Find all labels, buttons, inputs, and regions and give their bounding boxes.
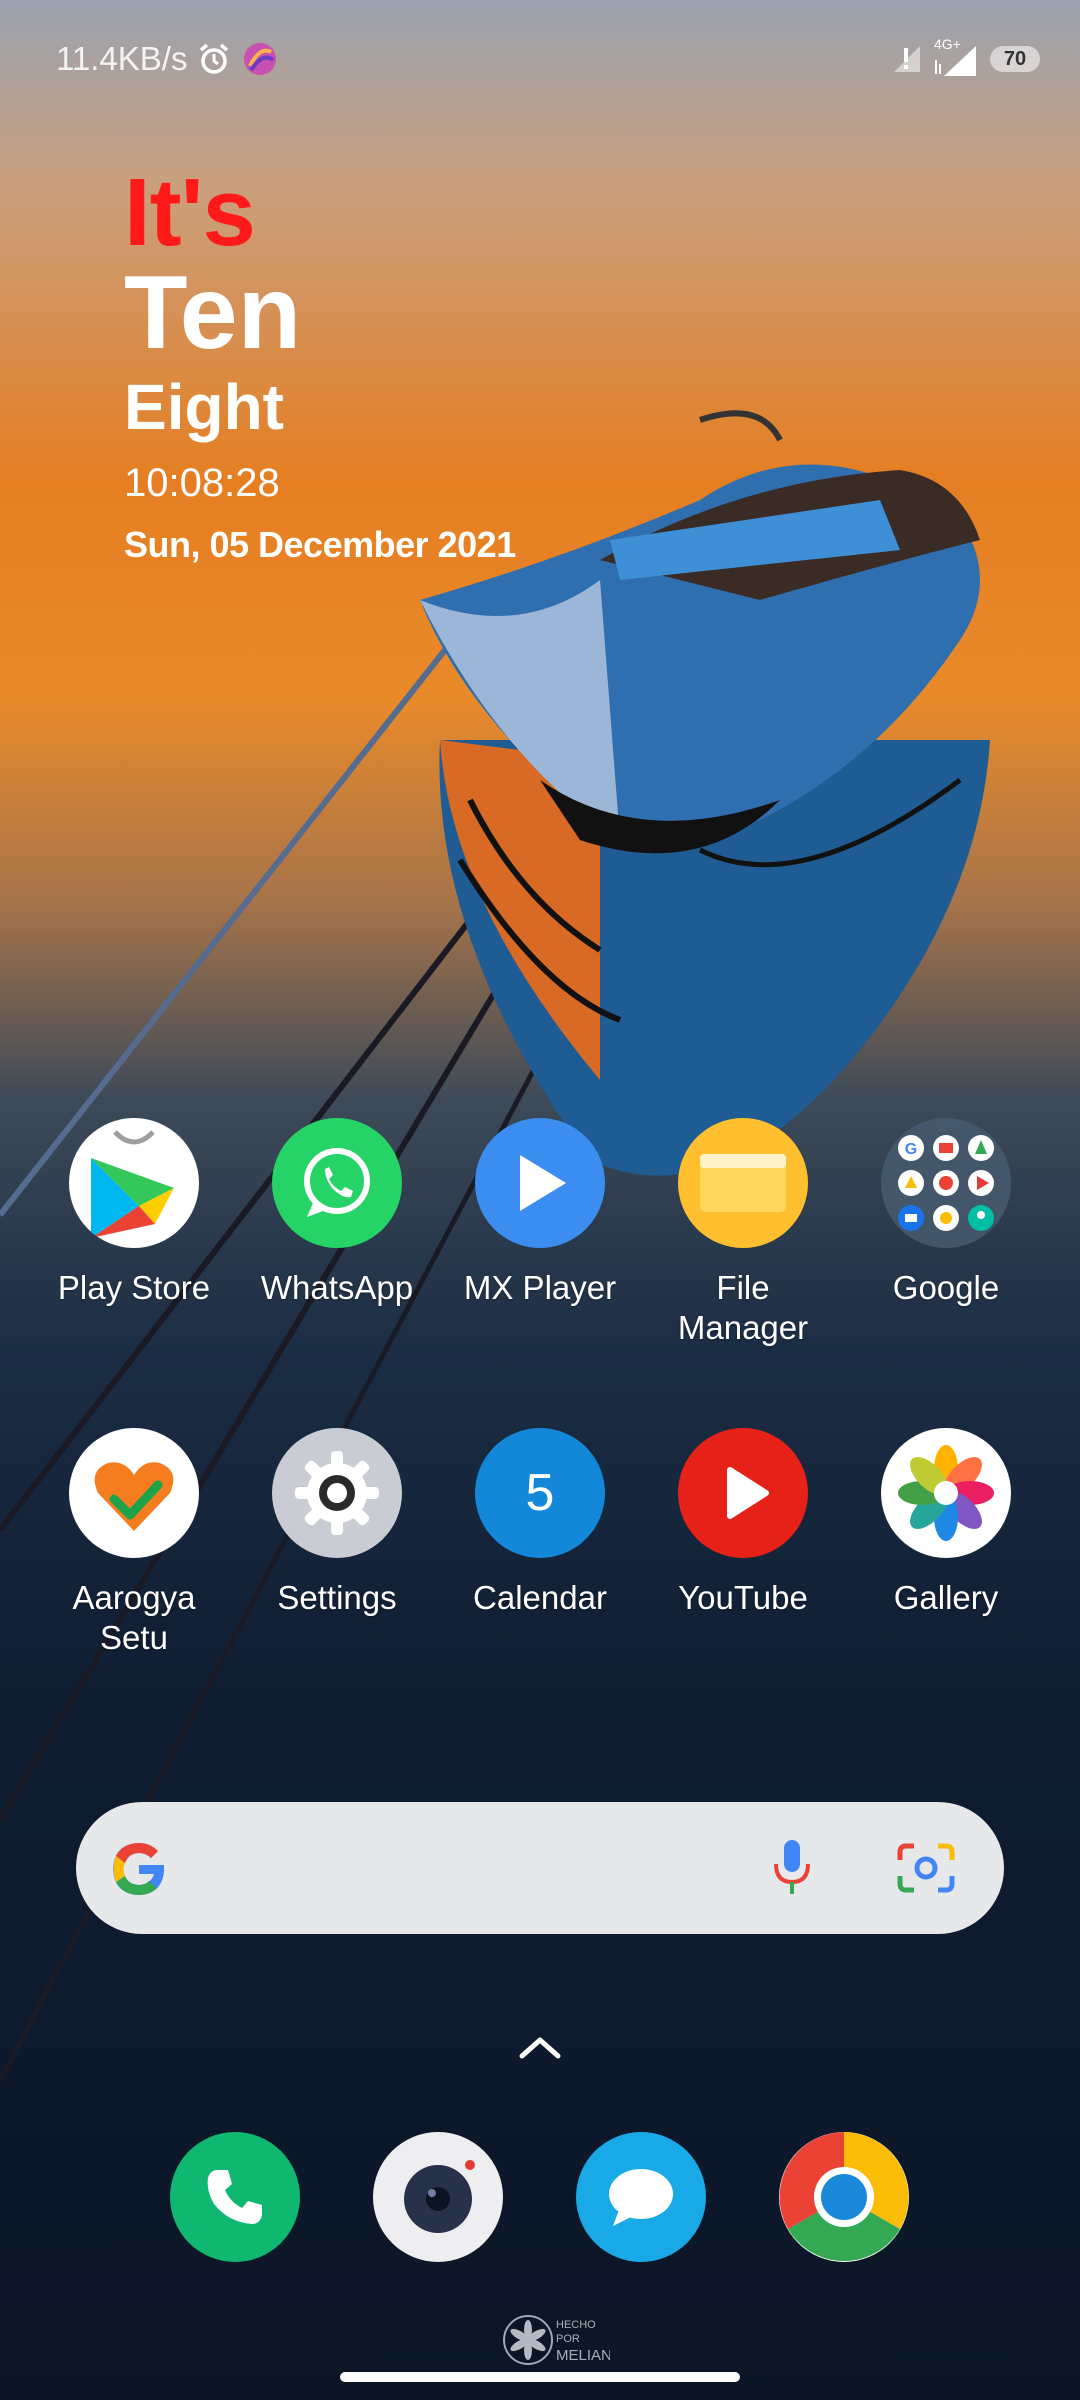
app-gallery[interactable]: Gallery: [851, 1428, 1041, 1618]
aarogya-setu-icon: [69, 1428, 199, 1558]
mx-player-icon: [475, 1118, 605, 1248]
watermark-line-2: POR: [556, 2333, 580, 2345]
file-manager-icon: [678, 1118, 808, 1248]
google-g-icon: [113, 1843, 164, 1895]
app-settings[interactable]: Settings: [242, 1428, 432, 1618]
dock-camera[interactable]: [373, 2132, 503, 2262]
messages-icon: [609, 2169, 673, 2226]
clock-date: Sun, 05 December 2021: [124, 524, 516, 565]
google-folder-icon: G: [881, 1118, 1011, 1248]
clock-widget[interactable]: It's Ten Eight 10:08:28 Sun, 05 December…: [124, 165, 516, 566]
gallery-icon: [881, 1428, 1011, 1558]
app-calendar[interactable]: 5 Calendar: [445, 1428, 635, 1618]
status-bar: 11.4KB/s 4G+ 70: [0, 0, 1080, 120]
chrome-icon: [779, 2132, 909, 2261]
status-left: 11.4KB/s: [56, 40, 279, 78]
app-label: Calendar: [473, 1579, 607, 1616]
camera-icon: [404, 2160, 475, 2233]
app-label: Google: [892, 1269, 1000, 1306]
mobile-signal: 4G+: [934, 36, 978, 76]
youtube-icon: [678, 1428, 808, 1558]
notification-app-icon: [244, 43, 277, 75]
dock-chrome[interactable]: [779, 2132, 909, 2262]
google-search-bar[interactable]: [76, 1802, 1004, 1934]
play-store-icon: [69, 1118, 199, 1248]
alarm-icon: [200, 43, 229, 74]
app-label: File Manager: [677, 1269, 809, 1346]
status-right: 4G+ 70: [892, 36, 1040, 76]
app-label: Gallery: [893, 1579, 999, 1616]
app-label: YouTube: [678, 1579, 808, 1616]
phone-icon: [207, 2170, 262, 2224]
dock-phone[interactable]: [170, 2132, 300, 2262]
app-play-store[interactable]: Play Store: [39, 1118, 229, 1308]
home-indicator-bar[interactable]: [340, 2372, 740, 2382]
app-label: Aarogya Setu: [72, 1579, 196, 1656]
signal-alert-icon: [894, 46, 920, 72]
dock-messages[interactable]: [576, 2132, 706, 2262]
settings-gear-icon: [272, 1428, 402, 1558]
app-mx-player[interactable]: MX Player: [445, 1118, 635, 1308]
svg-text:G: G: [905, 1141, 917, 1158]
google-lens-icon[interactable]: [896, 1840, 956, 1896]
app-whatsapp[interactable]: WhatsApp: [242, 1118, 432, 1308]
net-speed: 11.4KB/s: [56, 40, 188, 77]
clock-prefix: It's: [124, 159, 256, 266]
clock-minute-word: Eight: [124, 371, 284, 443]
microphone-icon[interactable]: [770, 1838, 814, 1898]
app-google-folder[interactable]: G Google: [851, 1118, 1041, 1308]
app-label: MX Player: [463, 1269, 617, 1306]
hecho-por-melian-watermark: HECHO POR MELIAN: [503, 2315, 610, 2365]
signal-bars-icon: [935, 46, 976, 76]
battery-indicator: 70: [990, 46, 1040, 72]
app-label: WhatsApp: [260, 1269, 414, 1306]
calendar-icon: 5: [475, 1428, 605, 1558]
app-file-manager[interactable]: File Manager: [648, 1118, 838, 1348]
app-drawer-up-arrow-icon[interactable]: [510, 2026, 570, 2066]
clock-hour-word: Ten: [124, 255, 302, 371]
whatsapp-icon: [272, 1118, 402, 1248]
clock-digital-time: 10:08:28: [124, 461, 280, 505]
calendar-day: 5: [525, 1464, 555, 1522]
app-label: Settings: [277, 1579, 397, 1616]
app-label: Play Store: [57, 1269, 211, 1306]
watermark-line-1: HECHO: [556, 2319, 596, 2331]
watermark-line-3: MELIAN: [556, 2347, 610, 2364]
app-youtube[interactable]: YouTube: [648, 1428, 838, 1618]
app-aarogya-setu[interactable]: Aarogya Setu: [39, 1428, 229, 1658]
